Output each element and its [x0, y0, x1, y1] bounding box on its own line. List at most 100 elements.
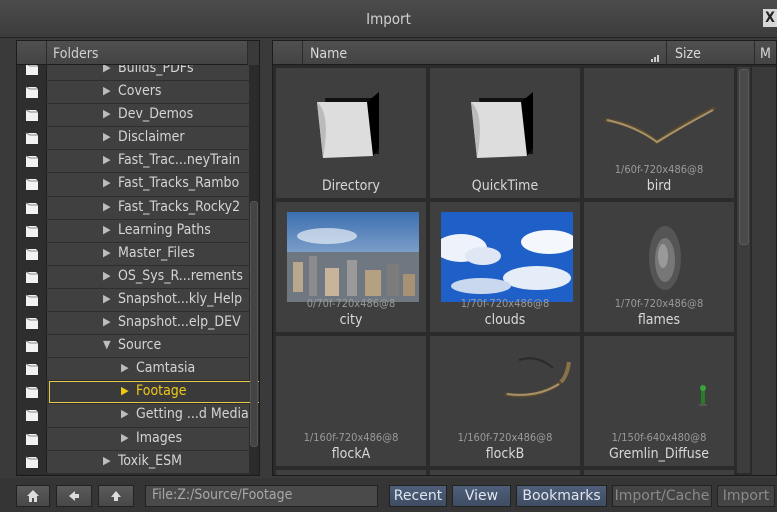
blank [287, 346, 419, 436]
folder-icon [287, 78, 419, 168]
file-item[interactable]: Directory [275, 67, 427, 199]
file-item-partial[interactable] [275, 469, 427, 475]
file-name: QuickTime [471, 178, 539, 194]
folder-item[interactable]: ▶ Images [17, 427, 249, 451]
folder-item[interactable]: ▶ Fast_Tracks_Rocky2 [17, 196, 249, 220]
file-item[interactable]: QuickTime [429, 67, 581, 199]
collapse-arrow-icon[interactable]: ▶ [121, 431, 129, 444]
folder-label: Fast_Tracks_Rambo [118, 175, 240, 192]
folder-item[interactable]: ▶ Getting ...d Media [17, 404, 249, 428]
title-bar: Import X [0, 0, 777, 38]
folder-icon [17, 335, 47, 358]
folder-item[interactable]: ▶ Snapshot...kly_Help [17, 288, 249, 313]
file-item[interactable]: 1/70f-720x486@8 clouds [429, 201, 581, 333]
files-scrollbar[interactable] [736, 67, 750, 473]
file-item-partial[interactable] [429, 469, 581, 475]
folder-label: Snapshot...elp_DEV [118, 314, 241, 331]
file-meta: 1/160f-720x486@8 [303, 431, 399, 444]
up-button[interactable] [98, 485, 134, 507]
file-meta: 1/160f-720x486@8 [457, 431, 553, 444]
flock-thumb [441, 346, 573, 436]
collapse-arrow-icon[interactable]: ▶ [103, 292, 111, 305]
folder-item[interactable]: ▼ Source [17, 335, 249, 359]
bottom-toolbar: File:Z:/Source/Footage Recent View Bookm… [0, 478, 777, 512]
path-field[interactable]: File:Z:/Source/Footage [145, 485, 378, 507]
collapse-arrow-icon[interactable]: ▶ [103, 153, 111, 166]
folder-icon [17, 381, 47, 404]
collapse-arrow-icon[interactable]: ▶ [103, 454, 111, 467]
collapse-arrow-icon[interactable]: ▶ [103, 200, 111, 213]
folder-item[interactable]: ▶ Learning Paths [17, 219, 249, 243]
folder-icon [17, 81, 47, 104]
column-separator[interactable] [754, 41, 755, 65]
folder-list: ▶ Builds_PDFs ▶ Covers ▶ Dev_Demos ▶ Disclaimer… [17, 58, 259, 474]
file-item[interactable]: 1/70f-720x486@8 flames [583, 201, 735, 333]
folders-scrollbar[interactable] [250, 201, 258, 447]
folder-icon [17, 288, 47, 312]
bookmarks-button[interactable]: Bookmarks [516, 485, 607, 507]
folders-header: Folders [17, 41, 259, 65]
file-item[interactable]: 1/160f-720x486@8 flockA [275, 335, 427, 467]
close-button[interactable]: X [763, 9, 777, 27]
file-item-partial[interactable] [583, 469, 735, 475]
column-header-more[interactable]: M [760, 46, 771, 62]
folder-label: Disclaimer [118, 129, 185, 146]
collapse-arrow-icon[interactable]: ▶ [103, 315, 111, 328]
flames-thumb [595, 212, 727, 302]
window-title: Import [366, 10, 411, 28]
file-item[interactable]: 1/160f-720x486@8 flockB [429, 335, 581, 467]
file-meta: 1/70f-720x486@8 [460, 297, 550, 310]
column-header-size[interactable]: Size [675, 46, 701, 62]
folder-item[interactable]: ▶ Fast_Trac...neyTrain [17, 150, 249, 174]
column-header-name[interactable]: Name [310, 46, 347, 62]
collapse-arrow-icon[interactable]: ▶ [121, 384, 129, 397]
collapse-arrow-icon[interactable]: ▶ [121, 361, 129, 374]
import-cache-button[interactable]: Import/Cache [612, 485, 712, 507]
collapse-arrow-icon[interactable]: ▶ [121, 407, 129, 420]
folder-icon [17, 150, 47, 173]
file-item[interactable]: 0/70f-720x486@8 city [275, 201, 427, 333]
expand-arrow-icon[interactable]: ▼ [103, 338, 111, 351]
folder-item[interactable]: ▶ Footage [17, 381, 259, 405]
folder-icon [17, 219, 47, 242]
folder-label: Dev_Demos [118, 106, 194, 123]
collapse-arrow-icon[interactable]: ▶ [103, 246, 111, 259]
collapse-arrow-icon[interactable]: ▶ [103, 130, 111, 143]
folder-item[interactable]: ▶ Fast_Tracks_Rambo [17, 173, 249, 197]
folder-item[interactable]: ▶ Snapshot...elp_DEV [17, 312, 249, 336]
home-icon [27, 490, 39, 502]
folder-item[interactable]: ▶ OS_Sys_R...rements [17, 265, 249, 289]
collapse-arrow-icon[interactable]: ▶ [103, 107, 111, 120]
collapse-arrow-icon[interactable]: ▶ [103, 269, 111, 282]
collapse-arrow-icon[interactable]: ▶ [103, 84, 111, 97]
folder-item[interactable]: ▶ Dev_Demos [17, 104, 249, 128]
file-name: clouds [484, 312, 526, 328]
folder-item[interactable]: ▶ Covers [17, 81, 249, 105]
folder-label: Fast_Tracks_Rocky2 [118, 198, 241, 215]
folder-item[interactable]: ▶ Toxik_ESM [17, 450, 249, 474]
files-header: Name Size M [273, 41, 776, 65]
folder-item[interactable]: ▶ Master_Files [17, 242, 249, 266]
home-button[interactable] [16, 485, 50, 507]
folder-item[interactable]: ▶ Disclaimer [17, 127, 249, 151]
folder-label: Getting ...d Media [136, 406, 249, 423]
file-meta: 1/150f-640x480@8 [611, 431, 707, 444]
collapse-arrow-icon[interactable]: ▶ [103, 176, 111, 189]
back-button[interactable] [56, 485, 92, 507]
collapse-arrow-icon[interactable]: ▶ [103, 223, 111, 236]
column-separator[interactable] [666, 41, 667, 65]
view-button[interactable]: View [452, 485, 511, 507]
up-arrow-icon [111, 491, 121, 501]
file-name: flockA [331, 446, 371, 462]
files-scrollbar-thumb[interactable] [739, 69, 749, 245]
recent-button[interactable]: Recent [389, 485, 447, 507]
folder-icon [17, 404, 47, 427]
folder-item[interactable]: ▶ Camtasia [17, 358, 249, 382]
file-name: flockB [485, 446, 525, 462]
import-button[interactable]: Import [717, 485, 775, 507]
file-item[interactable]: 1/60f-720x486@8 bird [583, 67, 735, 199]
folder-label: Footage [136, 383, 187, 400]
file-name: Gremlin_Diffuse [608, 446, 710, 462]
file-meta: 0/70f-720x486@8 [306, 297, 396, 310]
file-item[interactable]: 1/150f-640x480@8 Gremlin_Diffuse [583, 335, 735, 467]
